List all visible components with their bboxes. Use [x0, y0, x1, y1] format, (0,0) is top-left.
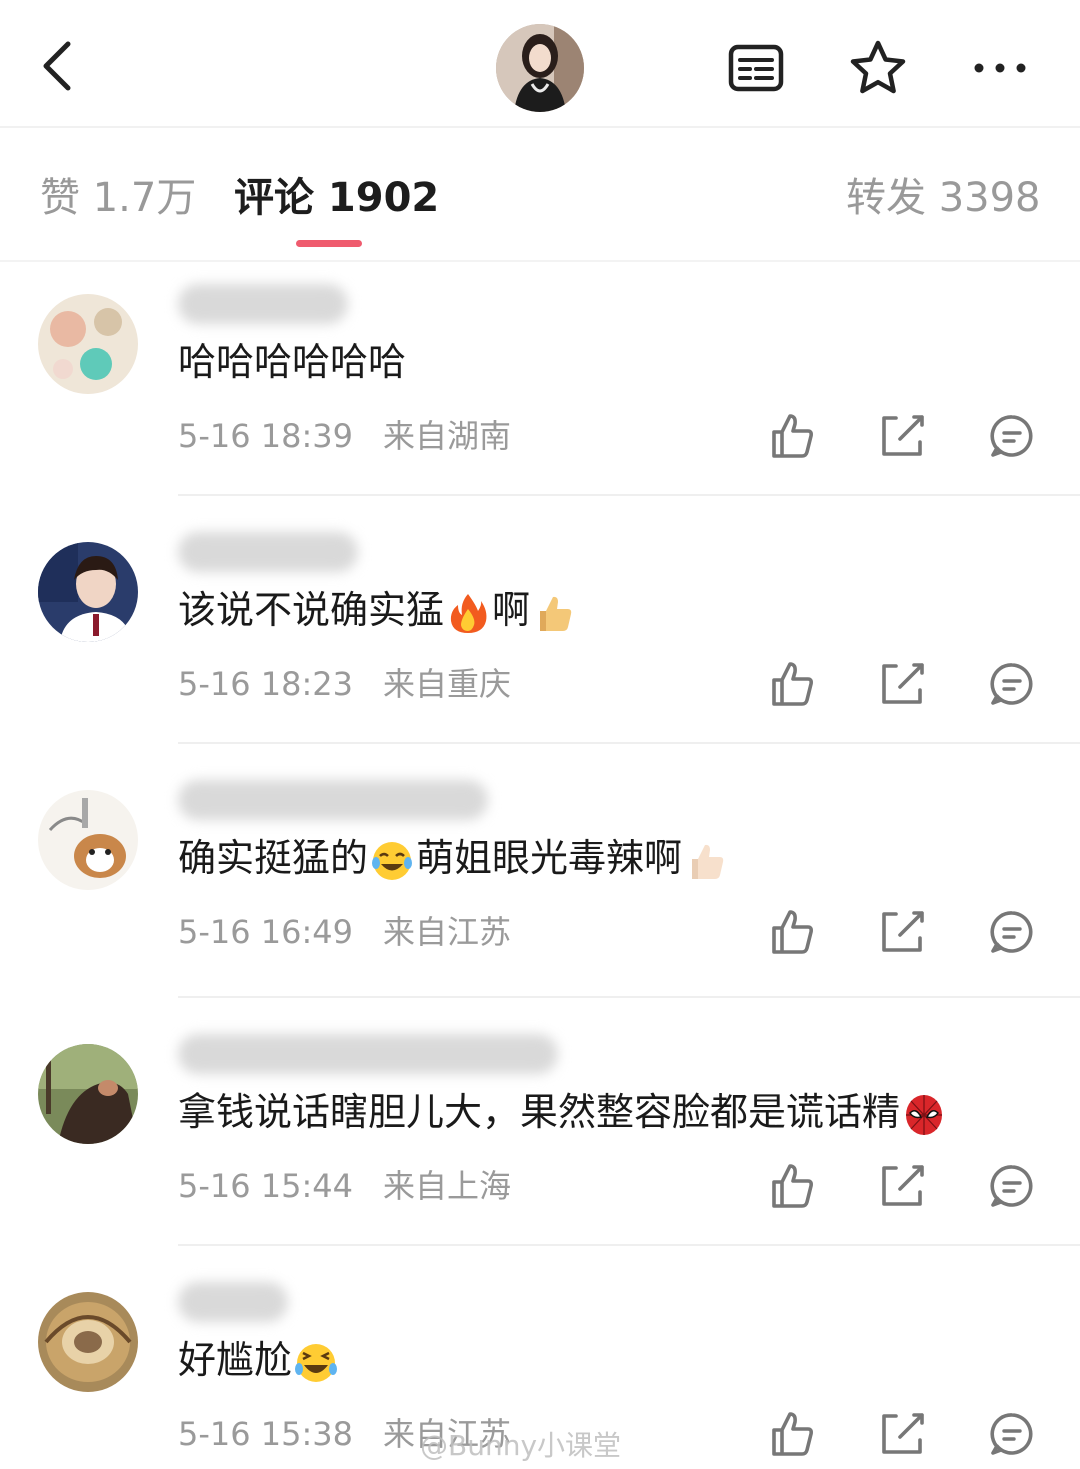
- reply-icon: [990, 911, 1033, 953]
- doc-button[interactable]: [726, 38, 786, 98]
- comment-text: 哈哈哈哈哈哈: [178, 340, 407, 384]
- like-button[interactable]: [764, 904, 820, 960]
- like-button[interactable]: [764, 1406, 820, 1462]
- thumbs-up-emoji-icon: [540, 596, 572, 631]
- like-icon: [772, 1164, 813, 1208]
- share-button[interactable]: [874, 408, 930, 464]
- comment-item: 拿钱说话瞎胆儿大，果然整容脸都是谎话精 5-16 15:44 来自上海: [0, 1020, 1080, 1268]
- share-icon: [882, 911, 924, 952]
- share-icon: [882, 1413, 924, 1454]
- tab-likes[interactable]: 赞 1.7万: [40, 170, 196, 226]
- like-icon: [772, 662, 813, 706]
- comment-text: 好尴尬: [178, 1332, 340, 1388]
- username-blurred[interactable]: [178, 1034, 558, 1074]
- avatar[interactable]: [38, 294, 138, 394]
- like-button[interactable]: [764, 1158, 820, 1214]
- username-blurred[interactable]: [178, 284, 348, 324]
- tab-comments[interactable]: 评论 1902: [234, 170, 439, 226]
- reply-icon: [990, 415, 1033, 457]
- comment-item: 哈哈哈哈哈哈 5-16 18:39 来自湖南: [0, 270, 1080, 518]
- comment-text: 确实挺猛的 萌姐眼光毒辣啊: [178, 830, 730, 886]
- chevron-left-icon: [43, 41, 71, 91]
- reply-button[interactable]: [984, 656, 1040, 712]
- reply-button[interactable]: [984, 1158, 1040, 1214]
- tears-of-joy-emoji-icon: [372, 841, 413, 880]
- comment-location: 来自湖南: [383, 417, 512, 455]
- comment-time: 5-16 16:49: [178, 913, 354, 951]
- thumbs-up-emoji-icon: [692, 844, 724, 879]
- comment-meta: 5-16 15:44 来自上海: [178, 1164, 511, 1208]
- tab-bar: 赞 1.7万 评论 1902 转发 3398: [0, 130, 1080, 262]
- share-button[interactable]: [874, 1406, 930, 1462]
- divider: [178, 742, 1080, 744]
- like-icon: [772, 414, 813, 458]
- reply-icon: [990, 663, 1033, 705]
- comment-text: 该说不说确实猛啊: [178, 582, 578, 638]
- reply-button[interactable]: [984, 408, 1040, 464]
- like-icon: [772, 1412, 813, 1456]
- avatar[interactable]: [38, 790, 138, 890]
- like-icon: [772, 910, 813, 954]
- reply-icon: [990, 1413, 1033, 1455]
- share-button[interactable]: [874, 656, 930, 712]
- username-blurred[interactable]: [178, 1282, 288, 1322]
- comment-time: 5-16 15:38: [178, 1415, 354, 1453]
- avatar[interactable]: [38, 1044, 138, 1144]
- like-button[interactable]: [764, 408, 820, 464]
- author-avatar[interactable]: [496, 24, 584, 112]
- comment-meta: 5-16 16:49 来自江苏: [178, 910, 511, 954]
- comment-text: 拿钱说话瞎胆儿大，果然整容脸都是谎话精: [178, 1084, 948, 1140]
- share-icon: [882, 415, 924, 456]
- share-icon: [882, 1165, 924, 1206]
- top-bar: [0, 0, 1080, 128]
- avatar[interactable]: [38, 1292, 138, 1392]
- share-button[interactable]: [874, 904, 930, 960]
- more-button[interactable]: [970, 38, 1030, 98]
- divider: [178, 1244, 1080, 1246]
- reply-button[interactable]: [984, 1406, 1040, 1462]
- share-button[interactable]: [874, 1158, 930, 1214]
- comment-time: 5-16 15:44: [178, 1167, 354, 1205]
- star-outline-icon: [850, 40, 906, 94]
- username-blurred[interactable]: [178, 532, 358, 572]
- tab-reposts[interactable]: 转发 3398: [846, 170, 1041, 226]
- reply-icon: [990, 1165, 1033, 1207]
- share-icon: [882, 663, 924, 704]
- fire-emoji-icon: [450, 593, 487, 633]
- laughing-emoji-icon: [295, 1343, 338, 1382]
- comment-item: 确实挺猛的 萌姐眼光毒辣啊 5-16 16:49 来自江苏: [0, 766, 1080, 1014]
- document-list-icon: [728, 44, 784, 92]
- comment-time: 5-16 18:39: [178, 417, 354, 455]
- username-blurred[interactable]: [178, 780, 488, 820]
- comment-meta: 5-16 18:39 来自湖南: [178, 414, 511, 458]
- comment-location: 来自重庆: [383, 665, 512, 703]
- avatar[interactable]: [38, 542, 138, 642]
- reply-button[interactable]: [984, 904, 1040, 960]
- more-dots-icon: [974, 63, 1026, 73]
- divider: [178, 494, 1080, 496]
- comment-time: 5-16 18:23: [178, 665, 354, 703]
- divider: [178, 996, 1080, 998]
- watermark: @Bunny小课堂: [420, 1429, 622, 1462]
- like-button[interactable]: [764, 656, 820, 712]
- comment-location: 来自江苏: [383, 913, 512, 951]
- spider-mask-emoji-icon: [906, 1094, 943, 1135]
- comment-meta: 5-16 18:23 来自重庆: [178, 662, 511, 706]
- active-tab-indicator: [296, 240, 362, 247]
- comment-location: 来自上海: [383, 1167, 512, 1205]
- back-button[interactable]: [30, 36, 90, 96]
- favorite-button[interactable]: [848, 38, 908, 98]
- comment-item: 该说不说确实猛啊 5-16 18:23 来自重庆: [0, 518, 1080, 766]
